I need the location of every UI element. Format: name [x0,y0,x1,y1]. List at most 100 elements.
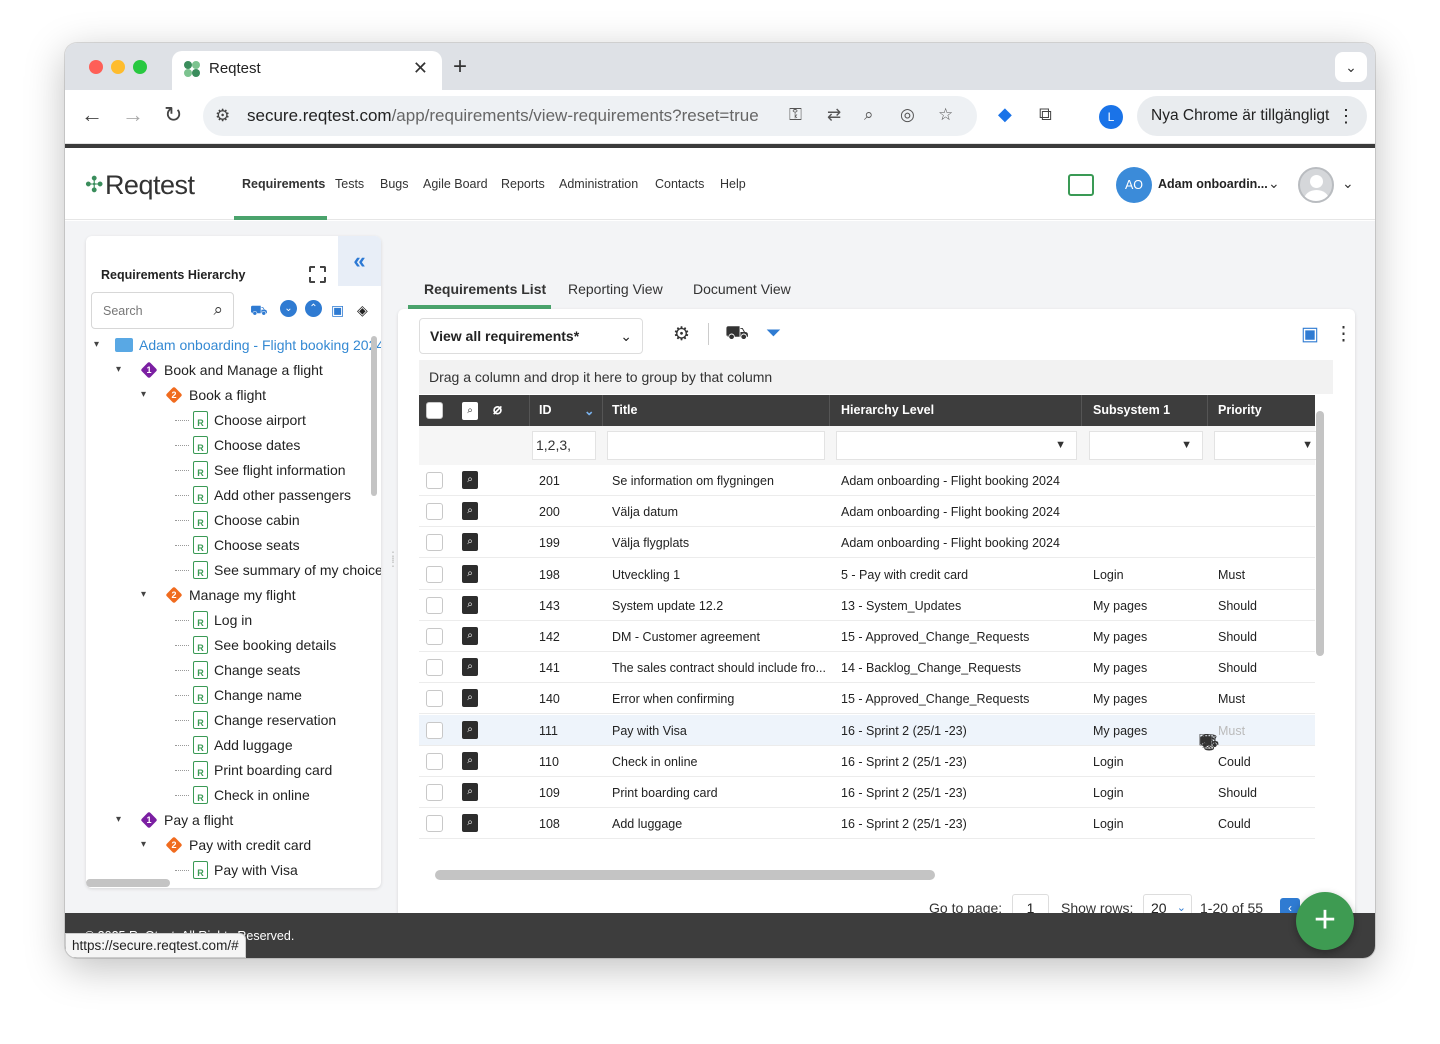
row-checkbox[interactable] [426,659,443,677]
bookmark-star-icon[interactable]: ☆ [938,105,953,125]
tree-node[interactable]: ▾ Adam onboarding - Flight booking 2024 [86,334,381,356]
row-checkbox[interactable] [426,752,443,770]
nav-bugs[interactable]: Bugs [380,177,409,191]
row-checkbox[interactable] [426,628,443,645]
toggle-collapse-icon[interactable]: ▾ [116,814,121,825]
zoom-icon[interactable]: ⌕ [864,105,874,125]
tree-node[interactable]: R Change name [86,684,376,706]
site-settings-icon[interactable]: ⚙ [215,106,230,126]
nav-contacts[interactable]: Contacts [655,177,704,191]
row-title[interactable]: DM - Customer agreement [612,630,760,644]
tree-node[interactable]: 2 ▾ Pay with credit card [86,834,376,856]
tree-node[interactable]: R See flight information [86,459,376,481]
preview-icon[interactable]: ⌕ [462,595,478,614]
browser-tab[interactable]: Reqtest ✕ [172,51,442,90]
translate-icon[interactable]: ⇄ [827,105,841,125]
tree-node[interactable]: R Pay with Visa [86,859,376,881]
tree-node[interactable]: R Choose seats [86,534,376,556]
preview-icon[interactable]: ⌕ [462,783,478,801]
tree-node[interactable]: R Check in online [86,784,376,806]
table-row[interactable]: ⌕ 201 Se information om flygningen Adam onb… [419,465,1315,496]
row-title[interactable]: Add luggage [612,817,682,831]
tree-node[interactable]: R Choose cabin [86,509,376,531]
row-checkbox[interactable] [426,596,443,614]
nav-tests[interactable]: Tests [335,177,364,191]
filter-icon[interactable]: ⏷ [766,323,781,345]
column-header-priority[interactable]: Priority [1218,403,1262,417]
account-menu-chevron-icon[interactable]: ⌄ [1342,175,1354,192]
row-title[interactable]: Se information om flygningen [612,474,774,488]
zoom-window-button[interactable] [133,60,147,74]
tab-requirements-list[interactable]: Requirements List [424,281,546,297]
toggle-collapse-icon[interactable]: ▾ [116,364,121,375]
view-select[interactable]: View all requirements* ⌄ [419,318,643,354]
nav-administration[interactable]: Administration [559,177,638,191]
preview-icon[interactable]: ⌕ [462,814,478,833]
account-avatar-icon[interactable] [1298,167,1334,203]
toggle-collapse-icon[interactable]: ▾ [94,339,99,350]
user-avatar[interactable]: AO [1116,167,1152,203]
new-requirement-icon[interactable]: ▣ [1301,323,1319,346]
toggle-collapse-icon[interactable]: ▾ [141,389,146,400]
table-row[interactable]: ⌕ 142 DM - Customer agreement 15 - Approved… [419,621,1315,652]
profile-avatar[interactable]: L [1099,105,1123,129]
minimize-window-button[interactable] [111,60,125,74]
tree-node[interactable]: 2 ▾ Book a flight [86,384,376,406]
fullscreen-icon[interactable] [309,266,326,283]
password-key-icon[interactable]: ⚿ [789,105,802,125]
column-header-title[interactable]: Title [612,403,637,417]
tree-node[interactable]: R Log in [86,609,376,631]
tree-node[interactable]: R Change reservation [86,709,376,731]
tab-close-icon[interactable]: ✕ [413,58,428,79]
tree-node[interactable]: R Choose dates [86,434,376,456]
row-title[interactable]: The sales contract should include fro... [612,661,826,675]
column-header-hierarchy-level[interactable]: Hierarchy Level [841,403,934,417]
row-title[interactable]: Error when confirming [612,692,734,706]
reqtest-logo[interactable]: ✣Reqtest [85,170,195,201]
toggle-collapse-icon[interactable]: ▾ [141,839,146,850]
preview-icon[interactable]: ⌕ [462,564,478,583]
reload-icon[interactable]: ↻ [164,102,182,128]
add-floating-button[interactable]: + [1296,892,1354,950]
collapse-panel-icon[interactable]: « [338,236,381,286]
tree-node[interactable]: 2 ▾ Manage my flight [86,584,376,606]
row-checkbox[interactable] [426,721,443,739]
preview-icon[interactable]: ⌕ [462,502,478,521]
tree-node[interactable]: 1 ▾ Book and Manage a flight [86,359,376,381]
group-by-drop-area[interactable]: Drag a column and drop it here to group … [419,360,1333,394]
row-checkbox[interactable] [426,784,443,801]
row-title[interactable]: System update 12.2 [612,599,723,613]
move-node-icon[interactable]: ◈ [357,302,368,319]
nav-requirements[interactable]: Requirements [242,177,325,191]
tree-horizontal-scrollbar[interactable] [86,879,170,887]
title-filter-input[interactable] [607,431,825,460]
collapse-all-icon[interactable]: ⌃ [305,300,322,317]
tree-node[interactable]: 1 ▾ Pay a flight [86,809,376,831]
extensions-puzzle-icon[interactable]: ⧉ [1039,104,1052,125]
add-document-icon[interactable]: ▣ [331,302,344,319]
column-header-subsystem[interactable]: Subsystem 1 [1093,403,1170,417]
table-row[interactable]: ⌕ 111 Pay with Visa 16 - Sprint 2 (25/1 -23… [419,714,1315,752]
tracking-eye-icon[interactable]: ◎ [900,105,915,125]
row-checkbox[interactable] [426,472,443,489]
tree-node[interactable]: R See booking details [86,634,376,656]
table-row[interactable]: ⌕ 141 The sales contract should include fr… [419,652,1315,684]
grid-vertical-scrollbar[interactable] [1316,411,1324,656]
chrome-menu-icon[interactable]: ⋮ [1337,96,1355,136]
hierarchy-search-input[interactable]: Search ⌕ [91,292,234,329]
row-title[interactable]: Check in online [612,755,697,769]
tree-node[interactable]: R Add other passengers [86,484,376,506]
row-title[interactable]: Print boarding card [612,786,718,800]
close-window-button[interactable] [89,60,103,74]
table-row[interactable]: ⌕ 143 System update 12.2 13 - System_Update… [419,590,1315,621]
hierarchy-import-icon[interactable]: ⛟ [250,302,268,321]
grid-horizontal-scrollbar[interactable] [435,870,935,880]
chrome-update-button[interactable]: Nya Chrome är tillgängligt ⋮ [1137,96,1367,136]
url-text[interactable]: secure.reqtest.com/app/requirements/view… [247,106,759,126]
guide-book-icon[interactable] [1068,174,1094,196]
column-header-id[interactable]: ID [539,403,552,417]
expand-all-icon[interactable]: ⌄ [280,300,297,317]
tree-node[interactable]: R Choose airport [86,409,376,431]
tree-node[interactable]: R Add luggage [86,734,376,756]
tab-search-chevron-icon[interactable]: ⌄ [1335,52,1367,82]
